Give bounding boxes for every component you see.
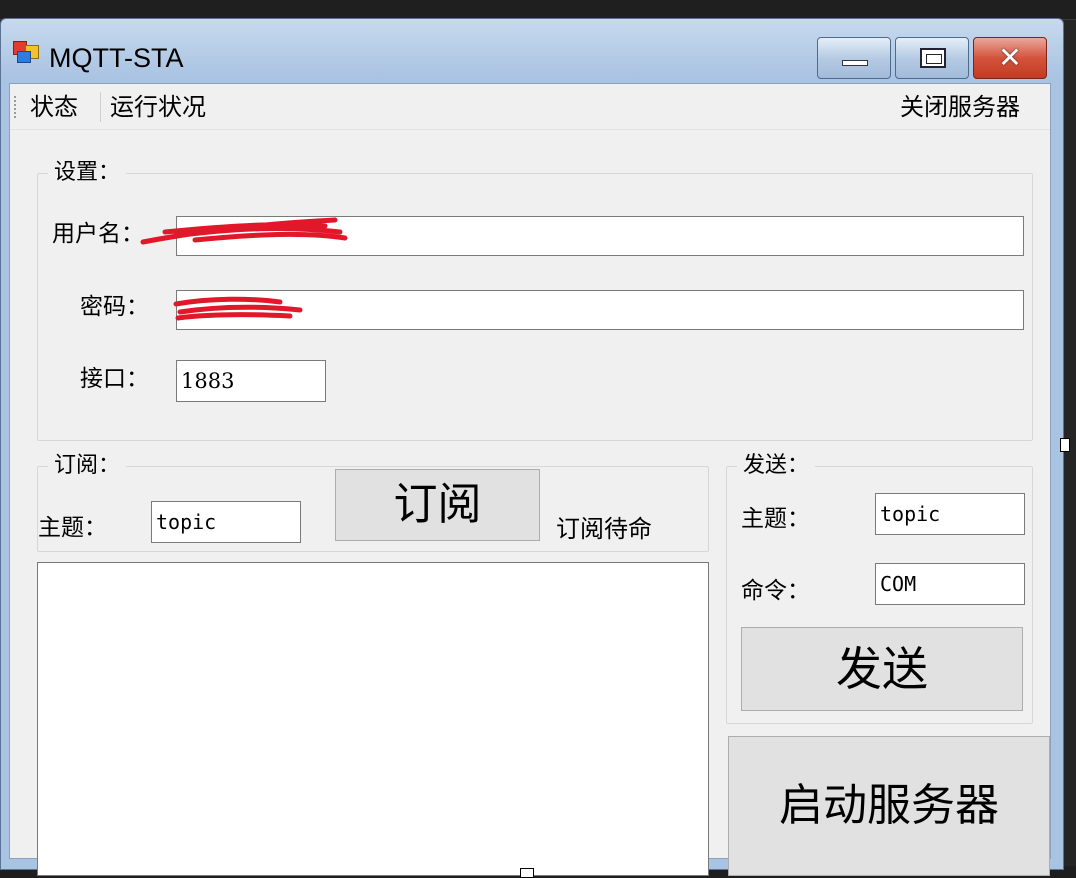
port-label: 接口： [80, 366, 149, 392]
background-top [0, 0, 1076, 20]
subscribe-legend: 订阅： [48, 453, 127, 479]
subscribe-status: 订阅待命 [556, 515, 652, 543]
send-button[interactable]: 发送 [741, 627, 1023, 711]
start-server-button[interactable]: 启动服务器 [728, 736, 1050, 876]
password-field[interactable] [176, 290, 1024, 330]
window-title: MQTT-STA [49, 43, 184, 73]
menu-status[interactable]: 状态 [30, 92, 78, 122]
close-icon: ✕ [998, 41, 1022, 74]
send-legend: 发送： [737, 453, 816, 479]
maximize-button[interactable] [895, 37, 969, 79]
menu-bar: 状态 运行状况 关闭服务器 [10, 84, 1050, 130]
minimize-button[interactable] [817, 37, 891, 79]
app-icon [9, 41, 41, 65]
settings-legend: 设置： [48, 160, 127, 186]
message-log-textarea[interactable] [37, 562, 709, 876]
password-label: 密码： [80, 294, 149, 320]
app-window: MQTT-STA ✕ 状态 运行状况 关闭服务器 设置： 用户名： 密码： 接口… [0, 18, 1064, 876]
send-command-label: 命令： [741, 578, 810, 604]
send-topic-label: 主题： [741, 506, 810, 532]
port-field[interactable] [176, 360, 326, 402]
menu-separator [100, 92, 101, 122]
subscribe-button[interactable]: 订阅 [335, 469, 540, 541]
resize-handle-right[interactable] [1060, 438, 1070, 452]
minimize-icon [842, 60, 868, 66]
menu-grip-icon [14, 96, 17, 118]
resize-handle-bottom[interactable] [520, 868, 534, 878]
settings-group: 设置： 用户名： 密码： 接口： [37, 160, 1033, 441]
send-group: 发送： 主题： 命令： 发送 [726, 453, 1033, 724]
menu-close-server[interactable]: 关闭服务器 [900, 92, 1020, 122]
send-command-field[interactable] [875, 563, 1025, 605]
username-field[interactable] [176, 216, 1024, 256]
maximize-icon [920, 48, 946, 68]
client-area: 状态 运行状况 关闭服务器 设置： 用户名： 密码： 接口： 订阅： 主题： 订 [9, 83, 1051, 876]
send-topic-field[interactable] [875, 493, 1025, 535]
subscribe-topic-field[interactable] [151, 501, 301, 543]
menu-run-status[interactable]: 运行状况 [110, 92, 206, 122]
subscribe-topic-label: 主题： [38, 515, 107, 541]
title-bar[interactable]: MQTT-STA ✕ [1, 19, 1063, 83]
username-label: 用户名： [52, 221, 144, 247]
close-button[interactable]: ✕ [973, 37, 1047, 79]
